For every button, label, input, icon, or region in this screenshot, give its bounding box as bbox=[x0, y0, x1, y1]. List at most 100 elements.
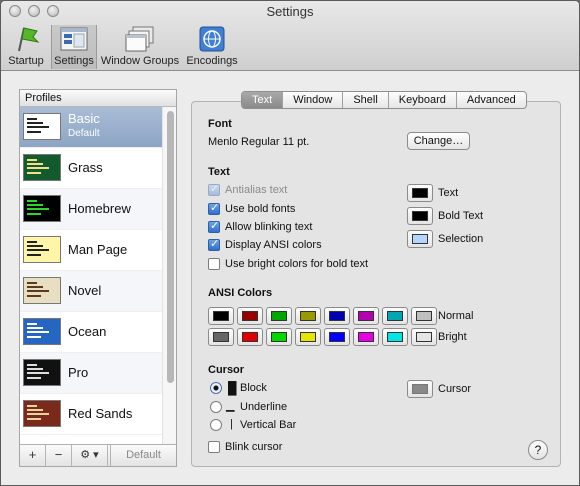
profiles-scroll-thumb[interactable] bbox=[167, 111, 174, 383]
ansi-bright-color-well[interactable] bbox=[237, 328, 263, 346]
profile-item[interactable]: Novel bbox=[20, 271, 164, 312]
profile-preview-line bbox=[27, 323, 37, 325]
ansi-normal-color-well[interactable] bbox=[411, 307, 437, 325]
profile-actions-gear-button[interactable]: ⚙ ▾ bbox=[72, 445, 108, 466]
cursor-color-well[interactable] bbox=[407, 380, 433, 398]
profile-item[interactable]: Grass bbox=[20, 148, 164, 189]
profiles-footer: + − ⚙ ▾ Default bbox=[20, 444, 176, 466]
ansi-bright-color-well[interactable] bbox=[353, 328, 379, 346]
profile-preview-line bbox=[27, 126, 49, 128]
profile-default-label: Default bbox=[68, 128, 100, 139]
ansi-bright-color-well[interactable] bbox=[208, 328, 234, 346]
profile-preview-line bbox=[27, 200, 37, 202]
font-heading: Font bbox=[208, 118, 232, 130]
ansi-normal-color-well[interactable] bbox=[353, 307, 379, 325]
profile-item[interactable]: Homebrew bbox=[20, 189, 164, 230]
blinking-text-checkbox[interactable] bbox=[208, 219, 220, 233]
toolbar-settings[interactable]: Settings bbox=[51, 25, 97, 69]
profile-preview-line bbox=[27, 372, 49, 374]
tab-shell[interactable]: Shell bbox=[343, 92, 389, 108]
profile-preview-thumbnail bbox=[23, 113, 61, 140]
toolbar-settings-label: Settings bbox=[54, 55, 94, 67]
profile-name: Pro bbox=[68, 365, 89, 380]
cursor-underline-radio[interactable] bbox=[210, 401, 222, 413]
profile-preview-thumbnail bbox=[23, 236, 61, 263]
ansi-color-swatch bbox=[271, 311, 287, 321]
profile-preview-line bbox=[27, 167, 49, 169]
ansi-bright-color-well[interactable] bbox=[382, 328, 408, 346]
cursor-color-swatch bbox=[412, 384, 428, 394]
text-color-swatch bbox=[412, 188, 428, 198]
profile-preview-line bbox=[27, 208, 49, 210]
text-color-label: Text bbox=[438, 187, 459, 199]
toolbar-encodings-label: Encodings bbox=[186, 55, 238, 67]
profile-item[interactable]: Pro bbox=[20, 353, 164, 394]
add-profile-button[interactable]: + bbox=[20, 445, 46, 466]
profile-name: Red Sands bbox=[68, 406, 133, 421]
profile-preview-line bbox=[27, 413, 49, 415]
tab-text[interactable]: Text bbox=[242, 92, 284, 108]
cursor-block-radio[interactable] bbox=[210, 382, 222, 394]
profile-item[interactable]: Ocean bbox=[20, 312, 164, 353]
ansi-normal-color-well[interactable] bbox=[266, 307, 292, 325]
change-font-button[interactable]: Change… bbox=[407, 132, 470, 150]
selection-color-label: Selection bbox=[438, 233, 484, 245]
default-profile-button[interactable]: Default bbox=[110, 445, 176, 466]
ansi-color-swatch bbox=[213, 311, 229, 321]
ansi-normal-color-well[interactable] bbox=[324, 307, 350, 325]
remove-profile-button[interactable]: − bbox=[46, 445, 72, 466]
toolbar-window-groups[interactable]: Window Groups bbox=[100, 25, 180, 69]
toolbar-encodings[interactable]: Encodings bbox=[184, 25, 240, 69]
ansi-normal-color-well[interactable] bbox=[295, 307, 321, 325]
bold-fonts-checkbox[interactable] bbox=[208, 201, 220, 215]
profile-preview-line bbox=[27, 163, 43, 165]
ansi-color-swatch bbox=[416, 332, 432, 342]
ansi-bright-color-well[interactable] bbox=[266, 328, 292, 346]
antialias-checkbox[interactable] bbox=[208, 182, 220, 196]
profile-preview-line bbox=[27, 254, 41, 256]
profile-preview-line bbox=[27, 204, 43, 206]
tab-keyboard[interactable]: Keyboard bbox=[389, 92, 457, 108]
ansi-normal-color-well[interactable] bbox=[237, 307, 263, 325]
profile-preview-thumbnail bbox=[23, 400, 61, 427]
ansi-normal-color-well[interactable] bbox=[382, 307, 408, 325]
ansi-colors-checkbox[interactable] bbox=[208, 237, 220, 251]
profile-item[interactable]: Red Sands bbox=[20, 394, 164, 435]
ansi-normal-color-well[interactable] bbox=[208, 307, 234, 325]
bright-bold-checkbox[interactable] bbox=[208, 258, 220, 270]
blink-cursor-checkbox[interactable] bbox=[208, 441, 220, 453]
profile-item[interactable]: Basic Default bbox=[20, 107, 164, 148]
profile-preview-thumbnail bbox=[23, 318, 61, 345]
ansi-bright-color-well[interactable] bbox=[324, 328, 350, 346]
toolbar-startup[interactable]: Startup bbox=[5, 25, 47, 69]
tab-window[interactable]: Window bbox=[283, 92, 344, 108]
ansi-bright-color-well[interactable] bbox=[411, 328, 437, 346]
encodings-globe-icon bbox=[199, 26, 225, 52]
profile-name: Homebrew bbox=[68, 201, 131, 216]
profile-preview-line bbox=[27, 241, 37, 243]
profile-preview-line bbox=[27, 327, 43, 329]
profile-preview-line bbox=[27, 331, 49, 333]
profile-preview-line bbox=[27, 245, 43, 247]
ansi-color-swatch bbox=[271, 332, 287, 342]
bold-text-color-well[interactable] bbox=[407, 207, 433, 225]
settings-window-icon bbox=[60, 27, 88, 51]
toolbar-startup-label: Startup bbox=[8, 55, 44, 67]
bright-bold-label: Use bright colors for bold text bbox=[225, 258, 369, 270]
ansi-color-swatch bbox=[387, 311, 403, 321]
tab-advanced[interactable]: Advanced bbox=[457, 92, 526, 108]
selection-color-well[interactable] bbox=[407, 230, 433, 248]
bold-text-color-swatch bbox=[412, 211, 428, 221]
profile-item[interactable]: Man Page bbox=[20, 230, 164, 271]
profile-name: Novel bbox=[68, 283, 102, 298]
ansi-bright-color-well[interactable] bbox=[295, 328, 321, 346]
cursor-vertical-bar-radio[interactable] bbox=[210, 419, 222, 431]
profiles-scrollbar[interactable] bbox=[162, 107, 176, 444]
help-button[interactable]: ? bbox=[528, 440, 548, 460]
profile-preview-thumbnail bbox=[23, 154, 61, 181]
profile-preview-line bbox=[27, 368, 43, 370]
profiles-list[interactable]: Basic Default Grass Homebrew Man Page Novel Oc… bbox=[20, 107, 164, 444]
ansi-color-swatch bbox=[300, 332, 316, 342]
text-heading: Text bbox=[208, 166, 230, 178]
text-color-well[interactable] bbox=[407, 184, 433, 202]
